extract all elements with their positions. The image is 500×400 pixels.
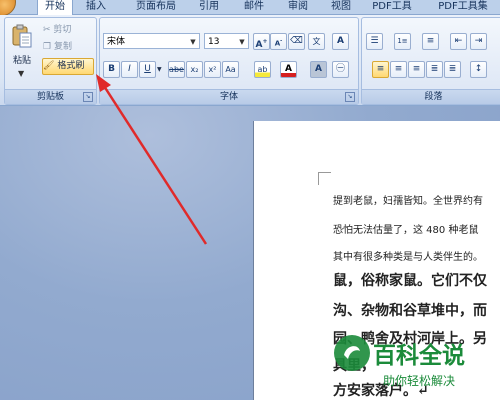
watermark-title: 百科全说: [373, 343, 465, 369]
watermark-subtitle: 助你轻松解决: [383, 374, 456, 388]
watermark-logo-icon: [334, 335, 370, 371]
